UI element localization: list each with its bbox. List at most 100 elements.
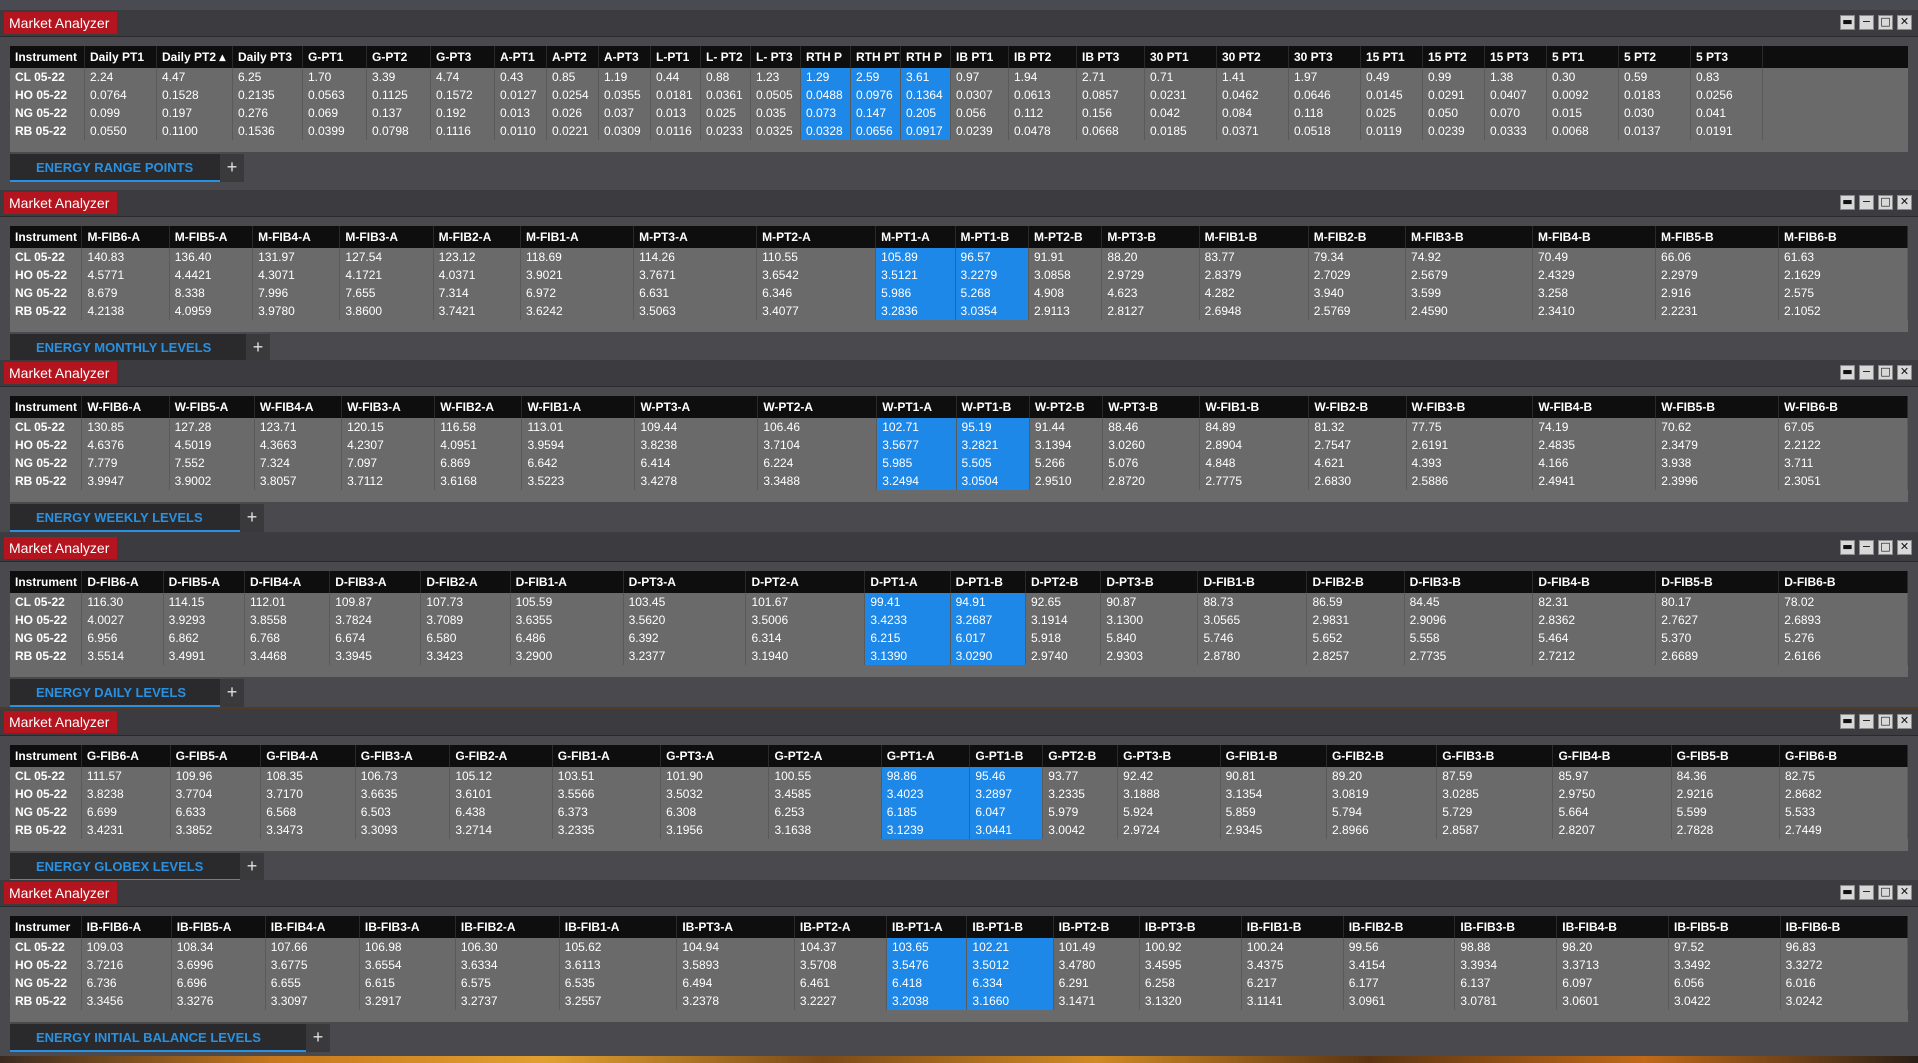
- value-cell[interactable]: 102.21: [967, 938, 1054, 956]
- value-cell[interactable]: 5.276: [1779, 629, 1909, 647]
- value-cell[interactable]: 0.0550: [85, 122, 157, 140]
- value-cell[interactable]: 0.0407: [1485, 86, 1547, 104]
- value-cell[interactable]: 0.88: [701, 68, 751, 86]
- table-row[interactable]: NG 05-22 8.679 8.338 7.996 7.655 7.314 6.972 6.…: [10, 284, 1908, 302]
- instrument-cell[interactable]: HO 05-22: [10, 86, 85, 104]
- maximize-icon[interactable]: □: [1878, 885, 1893, 900]
- value-cell[interactable]: 4.3071: [253, 266, 341, 284]
- value-cell[interactable]: 6.346: [757, 284, 877, 302]
- value-cell[interactable]: 6.699: [82, 803, 171, 821]
- value-cell[interactable]: 6.016: [1781, 974, 1909, 992]
- value-cell[interactable]: 5.370: [1656, 629, 1780, 647]
- column-header[interactable]: IB-FIB1-B: [1242, 916, 1344, 938]
- value-cell[interactable]: 4.621: [1309, 454, 1407, 472]
- value-cell[interactable]: 8.338: [170, 284, 254, 302]
- column-header[interactable]: IB-FIB3-B: [1455, 916, 1558, 938]
- table-row[interactable]: NG 05-22 7.779 7.552 7.324 7.097 6.869 6.642 6.…: [10, 454, 1908, 472]
- minimize-icon[interactable]: −: [1859, 15, 1874, 30]
- value-cell[interactable]: 2.7547: [1309, 436, 1407, 454]
- value-cell[interactable]: 0.205: [901, 104, 951, 122]
- value-cell[interactable]: 4.2138: [82, 302, 170, 320]
- value-cell[interactable]: 3.0290: [950, 647, 1026, 665]
- value-cell[interactable]: 5.986: [876, 284, 956, 302]
- value-cell[interactable]: 5.464: [1533, 629, 1657, 647]
- panel-titlebar[interactable]: Market Analyzer ▬ − □ ✕: [0, 880, 1918, 907]
- value-cell[interactable]: 3.5566: [553, 785, 662, 803]
- tab-active[interactable]: ENERGY DAILY LEVELS: [10, 679, 220, 707]
- value-cell[interactable]: 0.0309: [599, 122, 651, 140]
- value-cell[interactable]: 90.81: [1221, 767, 1327, 785]
- value-cell[interactable]: 104.94: [677, 938, 795, 956]
- value-cell[interactable]: 1.19: [599, 68, 651, 86]
- value-cell[interactable]: 3.6168: [435, 472, 523, 490]
- column-header[interactable]: G-PT2-B: [1043, 745, 1119, 767]
- value-cell[interactable]: 2.4941: [1533, 472, 1657, 490]
- value-cell[interactable]: 104.37: [795, 938, 888, 956]
- value-cell[interactable]: 6.869: [435, 454, 523, 472]
- value-cell[interactable]: 3.6101: [450, 785, 553, 803]
- value-cell[interactable]: 3.2494: [877, 472, 957, 490]
- value-cell[interactable]: 0.0355: [599, 86, 651, 104]
- instrument-cell[interactable]: RB 05-22: [10, 302, 83, 320]
- column-header[interactable]: M-PT1-B: [956, 226, 1029, 248]
- value-cell[interactable]: 3.599: [1406, 284, 1533, 302]
- value-cell[interactable]: 0.0183: [1619, 86, 1691, 104]
- column-header[interactable]: IB-FIB2-B: [1344, 916, 1456, 938]
- value-cell[interactable]: 93.77: [1043, 767, 1119, 785]
- value-cell[interactable]: 3.6242: [521, 302, 635, 320]
- column-header[interactable]: W-FIB3-B: [1407, 396, 1534, 418]
- value-cell[interactable]: 4.4421: [170, 266, 254, 284]
- value-cell[interactable]: 107.66: [266, 938, 360, 956]
- value-cell[interactable]: 6.461: [795, 974, 888, 992]
- column-header[interactable]: Daily PT3: [233, 46, 303, 68]
- column-header[interactable]: W-PT3-B: [1103, 396, 1201, 418]
- value-cell[interactable]: 3.7824: [330, 611, 422, 629]
- value-cell[interactable]: 0.118: [1289, 104, 1361, 122]
- value-cell[interactable]: 2.7828: [1672, 821, 1780, 839]
- maximize-icon[interactable]: □: [1878, 195, 1893, 210]
- column-header[interactable]: D-PT3-A: [624, 571, 747, 593]
- value-cell[interactable]: 74.92: [1406, 248, 1533, 266]
- column-header[interactable]: A-PT2: [547, 46, 599, 68]
- table-row[interactable]: CL 05-22 111.57 109.96 108.35 106.73 105.12 10…: [10, 767, 1908, 785]
- value-cell[interactable]: 3.2687: [950, 611, 1026, 629]
- value-cell[interactable]: 0.0361: [701, 86, 751, 104]
- value-cell[interactable]: 3.0242: [1781, 992, 1909, 1010]
- value-cell[interactable]: 3.6113: [560, 956, 678, 974]
- value-cell[interactable]: 3.9293: [164, 611, 245, 629]
- value-cell[interactable]: 3.7170: [261, 785, 356, 803]
- value-cell[interactable]: 2.7449: [1780, 821, 1908, 839]
- value-cell[interactable]: 0.0857: [1077, 86, 1145, 104]
- value-cell[interactable]: 140.83: [82, 248, 170, 266]
- value-cell[interactable]: 2.9216: [1672, 785, 1780, 803]
- value-cell[interactable]: 2.9096: [1405, 611, 1534, 629]
- column-header[interactable]: 15 PT3: [1485, 46, 1547, 68]
- value-cell[interactable]: 3.7421: [434, 302, 521, 320]
- column-header[interactable]: G-PT1: [303, 46, 367, 68]
- value-cell[interactable]: 3.5063: [634, 302, 758, 320]
- value-cell[interactable]: 0.1572: [431, 86, 495, 104]
- column-header[interactable]: Daily PT2 ▴: [157, 46, 233, 68]
- value-cell[interactable]: 8.679: [82, 284, 170, 302]
- column-header[interactable]: RTH PT2: [851, 46, 901, 68]
- value-cell[interactable]: 130.85: [82, 418, 170, 436]
- value-cell[interactable]: 4.623: [1102, 284, 1200, 302]
- table-row[interactable]: HO 05-22 4.5771 4.4421 4.3071 4.1721 4.0371 3.…: [10, 266, 1908, 284]
- dock-icon[interactable]: ▬: [1840, 540, 1855, 555]
- column-header[interactable]: M-FIB5-B: [1656, 226, 1780, 248]
- value-cell[interactable]: 2.4835: [1533, 436, 1657, 454]
- instrument-cell[interactable]: HO 05-22: [10, 956, 82, 974]
- table-row[interactable]: RB 05-22 3.3456 3.3276 3.3097 3.2917 3.2737 3.…: [10, 992, 1909, 1010]
- value-cell[interactable]: 91.44: [1030, 418, 1104, 436]
- value-cell[interactable]: 7.314: [434, 284, 521, 302]
- column-header[interactable]: IB-FIB4-A: [266, 916, 360, 938]
- value-cell[interactable]: 2.24: [85, 68, 157, 86]
- value-cell[interactable]: 3.6635: [356, 785, 451, 803]
- column-header[interactable]: IB-FIB3-A: [360, 916, 456, 938]
- tab-active[interactable]: ENERGY WEEKLY LEVELS: [10, 504, 240, 532]
- column-header[interactable]: Instrument: [10, 745, 82, 767]
- value-cell[interactable]: 3.6775: [266, 956, 360, 974]
- value-cell[interactable]: 3.2038: [887, 992, 968, 1010]
- value-cell[interactable]: 1.41: [1217, 68, 1289, 86]
- instrument-cell[interactable]: RB 05-22: [10, 647, 83, 665]
